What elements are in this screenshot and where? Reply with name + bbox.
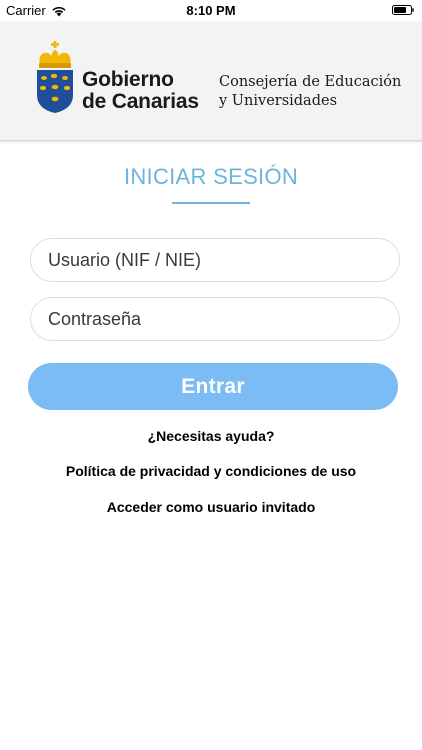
login-button[interactable]: Entrar (28, 363, 398, 410)
password-input[interactable] (30, 297, 400, 341)
carrier-label: Carrier (6, 3, 46, 18)
department-name-line2: y Universidades (219, 93, 338, 109)
app-header: Gobierno de Canarias Consejería de Educa… (0, 21, 422, 141)
government-name: Gobierno de Canarias (82, 69, 199, 113)
wifi-icon (52, 6, 66, 16)
department-name-line1: Consejería de Educación (219, 74, 402, 90)
title-underline (172, 202, 250, 204)
government-name-line2: de Canarias (82, 90, 199, 113)
battery-icon (392, 5, 414, 15)
government-name-line1: Gobierno (82, 68, 174, 91)
guest-access-link[interactable]: Acceder como usuario invitado (0, 499, 422, 515)
department-name: Consejería de Educación y Universidades (219, 73, 401, 111)
status-left: Carrier (6, 3, 67, 18)
privacy-link[interactable]: Política de privacidad y condiciones de … (0, 463, 422, 479)
username-input[interactable] (30, 238, 400, 282)
coat-of-arms-icon (37, 41, 73, 113)
help-link[interactable]: ¿Necesitas ayuda? (0, 428, 422, 444)
login-title: INICIAR SESIÓN (123, 164, 299, 189)
status-bar: Carrier 8:10 PM (0, 0, 422, 21)
